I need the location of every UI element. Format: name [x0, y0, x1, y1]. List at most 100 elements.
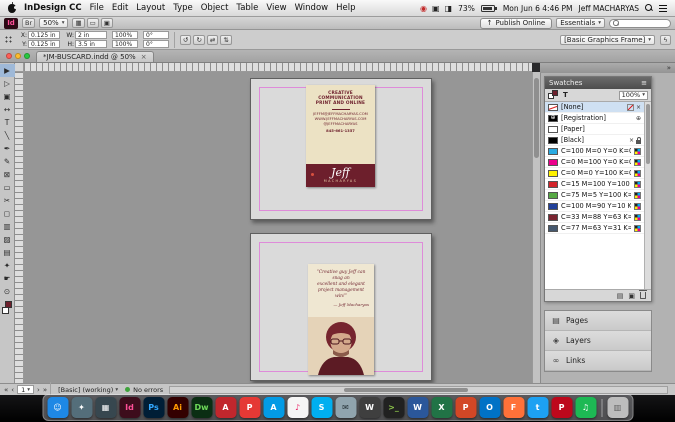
panel-menu-icon[interactable]: ≡	[641, 79, 647, 87]
stroke-color-chip[interactable]	[2, 307, 9, 314]
publish-online-button[interactable]: ↑Publish Online	[480, 18, 553, 29]
collapse-panels-button[interactable]: »	[667, 64, 671, 72]
swatch-row[interactable]: C=75 M=5 Y=100 K=0	[545, 190, 644, 201]
swatch-row[interactable]: C=100 M=90 Y=10 K=0	[545, 201, 644, 212]
app-store-dock-icon[interactable]: A	[263, 397, 284, 418]
adobe-cc-sync-icon[interactable]: ◉	[420, 4, 427, 13]
effects-button[interactable]: ϟ	[660, 35, 671, 45]
horizontal-ruler[interactable]	[24, 63, 532, 72]
user-menu[interactable]: Jeff MACHARYAS	[579, 4, 639, 13]
reference-point-proxy[interactable]	[4, 35, 13, 44]
last-page-button[interactable]: »	[43, 386, 47, 394]
preflight-menu[interactable]: [Basic] (working)▾	[58, 386, 118, 394]
display-icon[interactable]: ▣	[432, 4, 440, 13]
spotify-dock-icon[interactable]: ♫	[575, 397, 596, 418]
direct-selection-tool[interactable]: ▷	[0, 77, 15, 90]
page-number-select[interactable]: 1▾	[17, 385, 34, 394]
swatch-row[interactable]: C=77 M=63 Y=31 K=15	[545, 223, 644, 234]
notification-center-icon[interactable]	[659, 5, 667, 12]
zoom-select[interactable]: 50%▾	[39, 18, 68, 28]
view-button-0[interactable]: ▦	[72, 18, 84, 28]
menu-help[interactable]: Help	[336, 3, 355, 13]
finder-dock-icon[interactable]: ☺	[47, 397, 68, 418]
itunes-dock-icon[interactable]: ♪	[287, 397, 308, 418]
pen-tool[interactable]: ✒	[0, 142, 15, 155]
menu-edit[interactable]: Edit	[112, 3, 128, 13]
type-tool[interactable]: T	[0, 116, 15, 129]
illustrator-dock-icon[interactable]: Ai	[167, 397, 188, 418]
delete-swatch-icon[interactable]	[640, 292, 646, 299]
hscroll-thumb[interactable]	[344, 388, 468, 392]
object-style-select[interactable]: [Basic Graphics Frame]▾	[560, 35, 655, 45]
swatches-scroll-thumb[interactable]	[646, 104, 650, 164]
scale-x-field[interactable]: 100%	[112, 31, 138, 39]
view-button-1[interactable]: ▭	[87, 18, 99, 28]
line-tool[interactable]: ╲	[0, 129, 15, 142]
previous-page-button[interactable]: ‹	[11, 386, 14, 394]
swatch-row[interactable]: C=100 M=0 Y=0 K=0	[545, 146, 644, 157]
transform-button-3[interactable]: ⇅	[220, 35, 231, 45]
menu-object[interactable]: Object	[201, 3, 229, 13]
eyedropper-tool[interactable]: ✦	[0, 259, 15, 272]
word-dock-icon[interactable]: W	[407, 397, 428, 418]
swatch-row[interactable]: C=15 M=100 Y=100 K=0	[545, 179, 644, 190]
swatches-tab[interactable]: Swatches	[549, 79, 582, 87]
scale-y-field[interactable]: 100%	[112, 40, 138, 48]
rectangle-tool[interactable]: ▭	[0, 181, 15, 194]
bridge-button[interactable]: Br	[22, 18, 35, 28]
workspace-switcher[interactable]: Essentials▾	[556, 18, 605, 28]
menu-type[interactable]: Type	[173, 3, 193, 13]
fill-color-chip[interactable]	[5, 301, 12, 308]
fill-proxy-chip[interactable]	[552, 90, 558, 96]
menu-file[interactable]: File	[90, 3, 104, 13]
page-1[interactable]: CREATIVE COMMUNICATIONPRINT AND ONLINE J…	[250, 78, 432, 220]
shear-field[interactable]: 0°	[143, 40, 169, 48]
photoshop-dock-icon[interactable]: Ps	[143, 397, 164, 418]
hand-tool[interactable]: ☛	[0, 272, 15, 285]
next-page-button[interactable]: ›	[37, 386, 40, 394]
menu-view[interactable]: View	[266, 3, 286, 13]
zoom-window-button[interactable]	[24, 53, 30, 59]
transform-button-2[interactable]: ⇄	[207, 35, 218, 45]
close-tab-icon[interactable]: ×	[141, 53, 147, 61]
search-input[interactable]	[609, 19, 671, 28]
panel-button-pages[interactable]: ▤Pages	[545, 311, 651, 331]
panel-button-layers[interactable]: ◈Layers	[545, 331, 651, 351]
note-tool[interactable]: ▤	[0, 246, 15, 259]
rotation-field[interactable]: 0°	[143, 31, 169, 39]
mail-dock-icon[interactable]: ✉	[335, 397, 356, 418]
close-window-button[interactable]	[6, 53, 12, 59]
terminal-dock-icon[interactable]: >_	[383, 397, 404, 418]
menu-layout[interactable]: Layout	[136, 3, 165, 13]
transform-button-1[interactable]: ↻	[193, 35, 204, 45]
vertical-scrollbar[interactable]	[532, 72, 540, 383]
scissors-tool[interactable]: ✂	[0, 194, 15, 207]
document-tab[interactable]: *JM-BUSCARD.indd @ 50% ×	[36, 51, 154, 62]
selection-tool[interactable]: ▶	[0, 64, 15, 77]
pencil-tool[interactable]: ✎	[0, 155, 15, 168]
business-card-back[interactable]: “Creative guy Jeff can snag anexcellent …	[308, 264, 374, 375]
excel-dock-icon[interactable]: X	[431, 397, 452, 418]
swatch-views-button[interactable]: ▤	[617, 292, 624, 300]
vertical-ruler[interactable]	[15, 72, 24, 383]
panel-button-links[interactable]: ∞Links	[545, 351, 651, 371]
new-swatch-button[interactable]: ▣	[628, 292, 635, 300]
x-position-field[interactable]: 0.125 in	[28, 31, 60, 39]
tint-select[interactable]: 100%▾	[619, 91, 648, 100]
swatch-row[interactable]: [Paper]	[545, 124, 644, 135]
business-card-front[interactable]: CREATIVE COMMUNICATIONPRINT AND ONLINE J…	[306, 85, 375, 187]
swatch-row[interactable]: [None]×	[545, 102, 644, 113]
horizontal-scrollbar[interactable]	[169, 386, 668, 394]
wordpress-dock-icon[interactable]: W	[359, 397, 380, 418]
apple-menu-icon[interactable]	[8, 4, 16, 13]
transform-button-0[interactable]: ↺	[180, 35, 191, 45]
first-page-button[interactable]: «	[4, 386, 8, 394]
view-button-2[interactable]: ▣	[101, 18, 113, 28]
dreamweaver-dock-icon[interactable]: Dw	[191, 397, 212, 418]
ruler-origin[interactable]	[15, 63, 24, 72]
text-color-button[interactable]: T	[563, 91, 568, 99]
swatch-row[interactable]: C=0 M=0 Y=100 K=0	[545, 168, 644, 179]
launchpad-dock-icon[interactable]: ✦	[71, 397, 92, 418]
skype-dock-icon[interactable]: S	[311, 397, 332, 418]
acrobat-dock-icon[interactable]: A	[215, 397, 236, 418]
